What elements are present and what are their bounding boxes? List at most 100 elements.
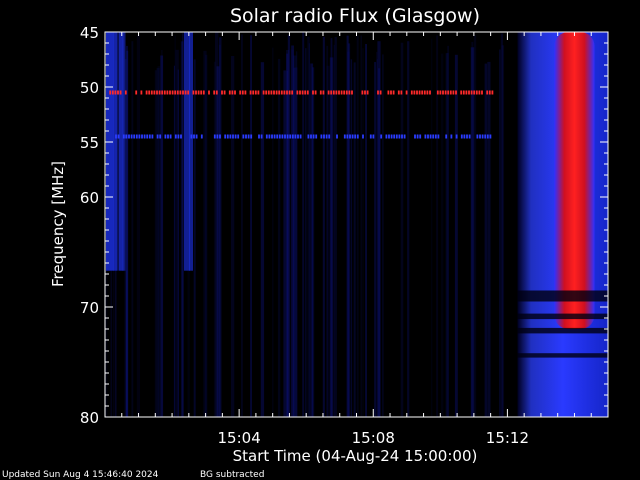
interference-dot-red [364,90,366,95]
spectrogram-chart: Solar radio Flux (Glasgow) 15:04 15:08 15:… [49,5,609,465]
background-streak [131,41,134,417]
interference-dot-blue [460,134,463,139]
interference-dot-red [200,90,203,95]
interference-dot-blue [323,134,325,139]
x-tick-label: 15:08 [352,429,395,447]
interference-dot-blue [395,134,398,139]
interference-dot-blue [281,134,284,139]
interference-dot-blue [278,134,281,139]
frequency-dropout [517,327,608,334]
interference-dot-red [304,90,307,95]
interference-dot-red [413,90,416,95]
interference-dot-red [184,90,187,95]
interference-dot-red [176,90,179,95]
interference-dot-blue [245,134,247,139]
interference-dot-red [447,90,450,95]
interference-dot-blue [419,134,422,139]
background-streak [113,32,118,271]
interference-dot-red [421,90,424,95]
interference-dot-blue [416,134,419,139]
interference-dot-blue [486,134,489,139]
interference-dot-blue [349,134,351,139]
y-tick-label: 55 [80,134,99,152]
interference-dot-red [491,90,494,95]
interference-dot-blue [229,134,232,139]
interference-dot-red [452,90,455,95]
interference-dot-red [252,90,255,95]
interference-dot-red [416,90,418,95]
background-streak [365,44,367,417]
interference-dot-blue [284,134,286,139]
interference-dot-red [148,90,151,95]
frequency-dropout [517,353,608,358]
interference-dot-red [241,90,244,95]
interference-dot-red [442,90,444,95]
background-streak [471,41,474,418]
interference-dot-red [423,90,426,95]
interference-dot-red [379,90,382,95]
interference-dot-red [306,90,309,95]
interference-dot-red [169,90,171,95]
interference-dot-blue [325,134,328,139]
interference-dot-red [332,90,335,95]
interference-dot-blue [393,134,396,139]
interference-dot-red [361,90,364,95]
interference-dot-red [343,90,346,95]
interference-dot-blue [193,134,195,139]
interference-dot-red [275,90,278,95]
interference-dot-red [273,90,275,95]
interference-dot-red [231,90,234,95]
interference-dot-red [429,90,431,95]
interference-dot-red [455,90,457,95]
interference-dot-red [377,90,379,95]
interference-dot-red [322,90,325,95]
interference-dot-red [397,90,400,95]
background-streak [356,35,359,417]
interference-dot-red [473,90,476,95]
interference-dot-red [405,90,408,95]
background-streak [305,48,307,417]
interference-dot-red [267,90,270,95]
interference-dot-red [478,90,481,95]
interference-dot-blue [346,134,349,139]
background-streak [154,70,157,417]
interference-dot-blue [424,134,427,139]
interference-dot-blue [213,134,216,139]
interference-dot-red [465,90,468,95]
interference-dot-blue [437,134,440,139]
interference-dot-red [462,90,465,95]
interference-dot-blue [307,134,310,139]
interference-dot-red [351,90,353,95]
interference-dot-red [262,90,265,95]
interference-dot-red [114,90,117,95]
background-streak [308,43,310,417]
interference-dot-red [392,90,395,95]
interference-dot-red [283,90,286,95]
background-streak [157,66,161,417]
interference-dot-blue [380,134,383,139]
background-streak [378,68,381,418]
interference-dot-blue [450,134,453,139]
updated-timestamp: Updated Sun Aug 4 15:46:40 2024 [2,470,159,480]
interference-dot-blue [388,134,390,139]
background-streak [295,51,298,418]
background-streak [175,49,179,418]
interference-dot-red [254,90,257,95]
background-streak [374,62,377,417]
interference-dot-red [221,90,223,95]
background-streak [136,35,140,418]
interference-dot-red [156,90,158,95]
interference-dot-red [153,90,156,95]
interference-dot-blue [180,134,182,139]
interference-dot-red [460,90,463,95]
interference-dot-red [338,90,340,95]
background-streak [205,54,208,418]
interference-dot-red [187,90,190,95]
background-streak [122,32,126,271]
interference-dot-red [312,90,314,95]
interference-dot-blue [268,134,271,139]
interference-dot-blue [291,134,294,139]
interference-dot-blue [310,134,312,139]
interference-dot-blue [328,134,331,139]
interference-dot-red [291,90,294,95]
